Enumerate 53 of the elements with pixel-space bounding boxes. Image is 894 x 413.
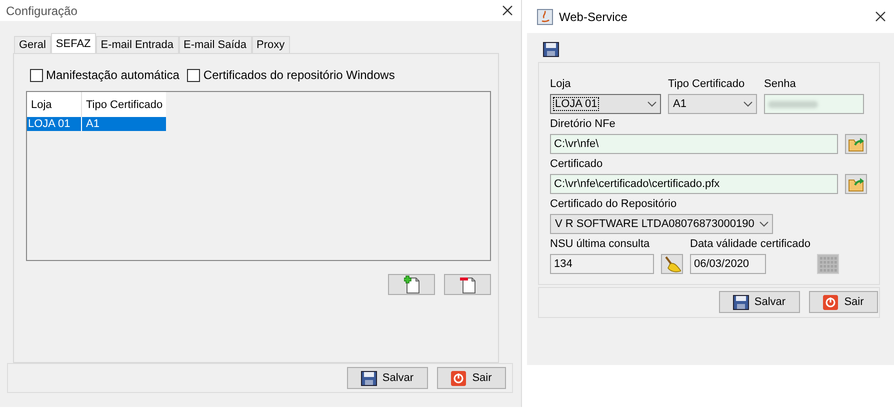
- field-label: Data válidade certificado: [690, 238, 810, 251]
- dropdown[interactable]: LOJA 01: [550, 94, 661, 114]
- field-label: Loja: [550, 78, 572, 91]
- table-row[interactable]: LOJA 01 A1: [27, 117, 490, 131]
- app-icon: [537, 8, 553, 24]
- column-header[interactable]: Loja: [27, 92, 81, 117]
- calendar-icon: [818, 255, 838, 273]
- field-label: Senha: [764, 78, 797, 91]
- folder-icon: [848, 136, 864, 152]
- power-icon: [823, 294, 840, 310]
- tab[interactable]: E-mail Saída: [178, 36, 252, 53]
- browse-button[interactable]: [845, 134, 867, 154]
- clear-button[interactable]: [661, 254, 683, 274]
- password-field[interactable]: [764, 94, 864, 114]
- caret-icon: [759, 221, 769, 227]
- add-button[interactable]: [388, 274, 435, 295]
- dropdown[interactable]: V R SOFTWARE LTDA08076873000190: [550, 214, 773, 234]
- exit-button[interactable]: Sair: [437, 367, 506, 389]
- tab[interactable]: Proxy: [252, 36, 290, 53]
- field-label: Tipo Certificado: [668, 78, 746, 91]
- document-minus-icon: [460, 275, 476, 294]
- input-field[interactable]: 06/03/2020: [690, 254, 766, 274]
- close-icon[interactable]: [502, 5, 513, 16]
- tab[interactable]: E-mail Entrada: [96, 36, 179, 53]
- field-label: Diretório NFe: [550, 118, 616, 131]
- input-field[interactable]: C:\vr\nfe\certificado\certificado.pfx: [550, 174, 838, 194]
- window-title: Web-Service: [559, 10, 628, 24]
- checkbox-label: Manifestação automática: [46, 68, 180, 82]
- document-plus-icon: [404, 275, 420, 294]
- power-icon: [451, 370, 468, 386]
- close-icon[interactable]: [875, 11, 886, 22]
- tab[interactable]: Geral: [14, 36, 51, 53]
- checkbox[interactable]: [187, 68, 200, 82]
- exit-button[interactable]: Sair: [809, 291, 878, 313]
- folder-icon: [848, 176, 864, 192]
- field-label: Certificado do Repositório: [550, 198, 678, 211]
- column-header[interactable]: Tipo Certificado: [81, 92, 166, 117]
- browse-button[interactable]: [845, 174, 867, 194]
- tab[interactable]: SEFAZ: [50, 33, 96, 53]
- field-label: Certificado: [550, 158, 604, 171]
- broom-icon: [663, 256, 681, 272]
- input-field[interactable]: C:\vr\nfe\: [550, 134, 838, 154]
- dropdown[interactable]: A1: [668, 94, 757, 114]
- caret-icon: [743, 101, 753, 107]
- save-button[interactable]: Salvar: [347, 367, 428, 389]
- window-title: Configuração: [6, 4, 78, 18]
- save-button[interactable]: Salvar: [719, 291, 800, 313]
- remove-button[interactable]: [444, 274, 491, 295]
- field-label: NSU última consulta: [550, 238, 651, 251]
- checkbox[interactable]: [30, 68, 43, 82]
- caret-icon: [647, 101, 657, 107]
- input-field[interactable]: 134: [550, 254, 654, 274]
- checkbox-label: Certificados do repositório Windows: [203, 68, 395, 82]
